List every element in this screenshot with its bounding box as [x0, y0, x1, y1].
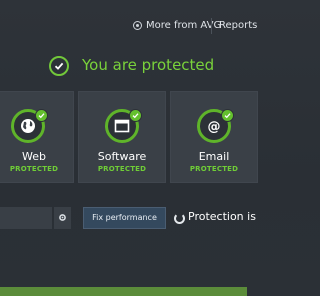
svg-text:@: @: [208, 120, 221, 135]
settings-button[interactable]: [54, 207, 71, 229]
protected-check-icon: [129, 109, 142, 122]
protected-check-icon: [221, 109, 234, 122]
fix-performance-button[interactable]: Fix performance: [83, 207, 166, 229]
tile-web-name: Web: [22, 150, 46, 163]
protection-status: You are protected: [0, 56, 247, 78]
status-message: You are protected: [82, 56, 215, 74]
tile-web[interactable]: Web PROTECTED: [0, 91, 74, 183]
info-dot-icon: [133, 21, 142, 30]
tile-email[interactable]: @ Email PROTECTED: [170, 91, 258, 183]
header-divider: [211, 18, 212, 34]
protection-status-item: Protection is: [174, 207, 256, 229]
tile-email-name: Email: [198, 150, 230, 163]
tile-web-state: PROTECTED: [9, 165, 59, 173]
protection-status-text: Protection is: [188, 210, 256, 223]
reports-link[interactable]: Reports: [219, 20, 257, 31]
tile-email-state: PROTECTED: [189, 165, 239, 173]
top-bar: More from AVG Reports: [0, 0, 257, 52]
more-from-avg-link[interactable]: More from AVG: [133, 20, 221, 31]
loading-spinner-icon: [174, 213, 185, 224]
protected-check-icon: [35, 109, 48, 122]
tile-software-state: PROTECTED: [97, 165, 147, 173]
gear-icon: [59, 214, 66, 221]
tile-software-name: Software: [97, 150, 147, 163]
tile-software[interactable]: Software PROTECTED: [78, 91, 166, 183]
check-circle-icon: [49, 56, 69, 76]
footer-bar: [0, 287, 247, 296]
more-from-avg-label: More from AVG: [146, 20, 222, 31]
left-action-field[interactable]: [0, 207, 52, 229]
